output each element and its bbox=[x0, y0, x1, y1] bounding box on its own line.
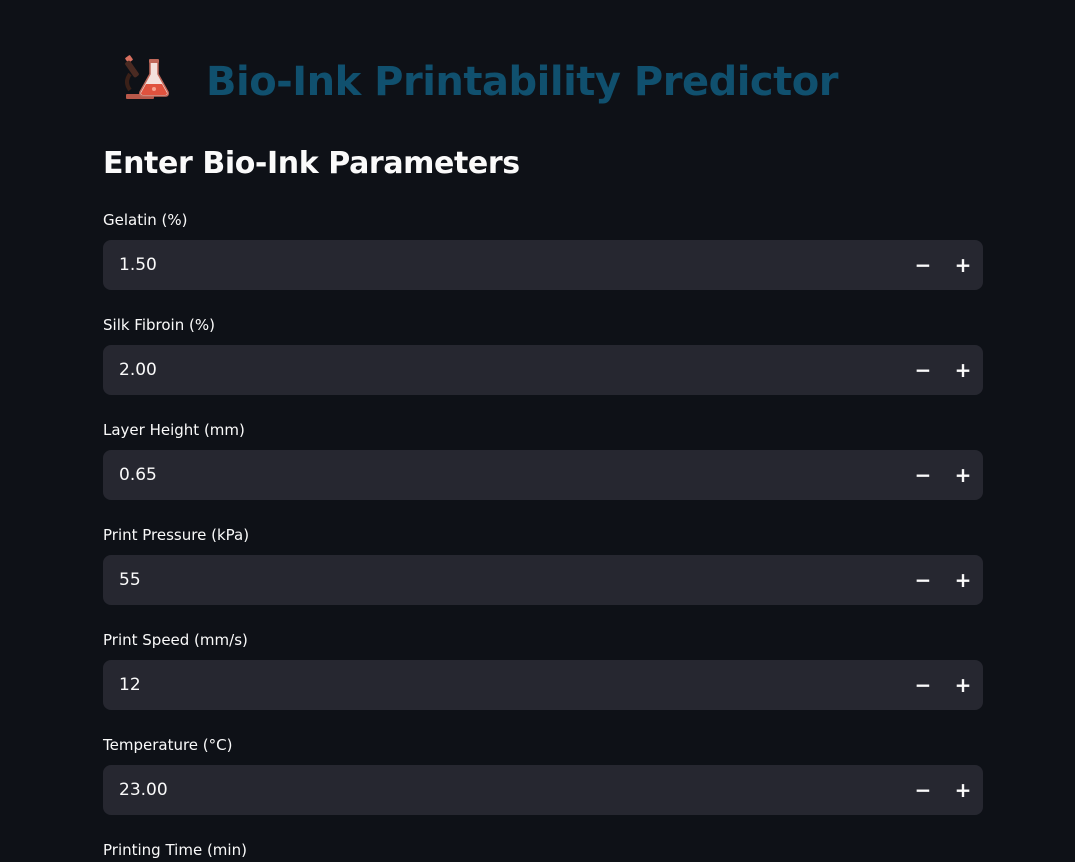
field-label: Gelatin (%) bbox=[103, 211, 188, 229]
decrement-button[interactable]: − bbox=[903, 240, 943, 290]
field-value[interactable]: 12 bbox=[119, 660, 141, 710]
layer-height-number-input[interactable]: 0.65 − + bbox=[103, 450, 983, 500]
increment-button[interactable]: + bbox=[943, 555, 983, 605]
field-label: Layer Height (mm) bbox=[103, 421, 245, 439]
field-label: Temperature (°C) bbox=[103, 736, 233, 754]
print-speed-number-input[interactable]: 12 − + bbox=[103, 660, 983, 710]
field-label: Silk Fibroin (%) bbox=[103, 316, 215, 334]
app-header bbox=[120, 38, 172, 118]
field-value[interactable]: 1.50 bbox=[119, 240, 157, 290]
field-label: Print Speed (mm/s) bbox=[103, 631, 248, 649]
increment-button[interactable]: + bbox=[943, 345, 983, 395]
decrement-button[interactable]: − bbox=[903, 660, 943, 710]
increment-button[interactable]: + bbox=[943, 450, 983, 500]
increment-button[interactable]: + bbox=[943, 765, 983, 815]
gelatin-number-input[interactable]: 1.50 − + bbox=[103, 240, 983, 290]
decrement-button[interactable]: − bbox=[903, 450, 943, 500]
field-label: Printing Time (min) bbox=[103, 841, 247, 859]
field-value[interactable]: 2.00 bbox=[119, 345, 157, 395]
section-title: Enter Bio-Ink Parameters bbox=[103, 146, 520, 181]
field-label: Print Pressure (kPa) bbox=[103, 526, 250, 544]
field-value[interactable]: 0.65 bbox=[119, 450, 157, 500]
print-pressure-number-input[interactable]: 55 − + bbox=[103, 555, 983, 605]
page-title: Bio-Ink Printability Predictor bbox=[206, 59, 838, 105]
microscope-flask-icon bbox=[120, 52, 172, 104]
field-value[interactable]: 55 bbox=[119, 555, 141, 605]
field-value[interactable]: 23.00 bbox=[119, 765, 168, 815]
decrement-button[interactable]: − bbox=[903, 765, 943, 815]
decrement-button[interactable]: − bbox=[903, 555, 943, 605]
increment-button[interactable]: + bbox=[943, 660, 983, 710]
decrement-button[interactable]: − bbox=[903, 345, 943, 395]
temperature-number-input[interactable]: 23.00 − + bbox=[103, 765, 983, 815]
increment-button[interactable]: + bbox=[943, 240, 983, 290]
silk-fibroin-number-input[interactable]: 2.00 − + bbox=[103, 345, 983, 395]
